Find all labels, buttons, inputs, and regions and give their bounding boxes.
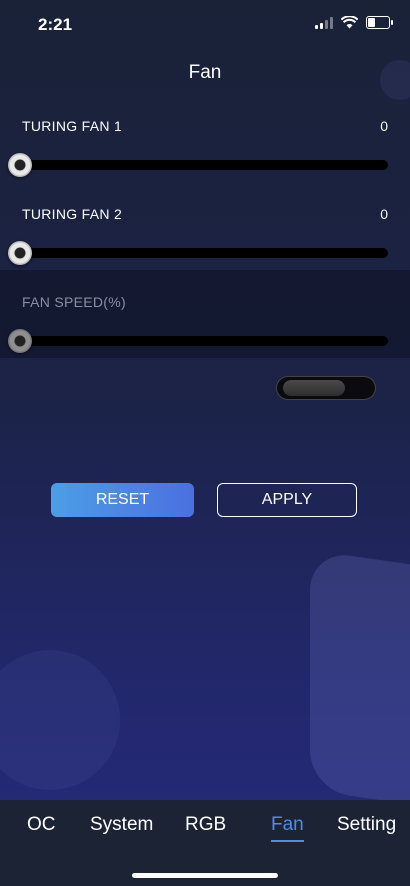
fan-speed-label: FAN SPEED(%) [22,294,126,310]
fan-1-slider-thumb[interactable] [8,153,32,177]
fan-speed-slider-thumb[interactable] [8,329,32,353]
battery-icon [366,16,393,29]
fan-2-label: TURING FAN 2 [22,206,123,222]
tab-system[interactable]: System [90,814,153,836]
fan-speed-section: FAN SPEED(%) [0,270,410,358]
status-time: 2:21 [38,15,73,34]
fan-speed-slider-track[interactable] [18,336,388,346]
tab-setting[interactable]: Setting [337,814,396,836]
background-shape-decoration [310,550,410,810]
fan-1-value: 0 [380,118,388,134]
fan-2-slider-track[interactable] [18,248,388,258]
background-circle-decoration [0,650,120,790]
fan-1-label: TURING FAN 1 [22,118,123,134]
toggle-knob [283,380,345,396]
fan-control-toggle[interactable] [276,376,376,400]
status-icons [315,16,393,29]
page-title: Fan [188,62,222,83]
tab-rgb[interactable]: RGB [185,814,226,836]
status-bar: 2:21 [0,0,410,50]
fan-2-value: 0 [380,206,388,222]
fan-1-slider-track[interactable] [18,160,388,170]
reset-button[interactable]: RESET [51,483,194,517]
fan-2-slider-thumb[interactable] [8,241,32,265]
home-indicator[interactable] [132,873,278,878]
tab-fan[interactable]: Fan [271,814,304,842]
tab-oc[interactable]: OC [27,814,56,836]
cellular-signal-icon [315,16,333,29]
wifi-icon [341,16,358,29]
apply-button[interactable]: APPLY [217,483,357,517]
